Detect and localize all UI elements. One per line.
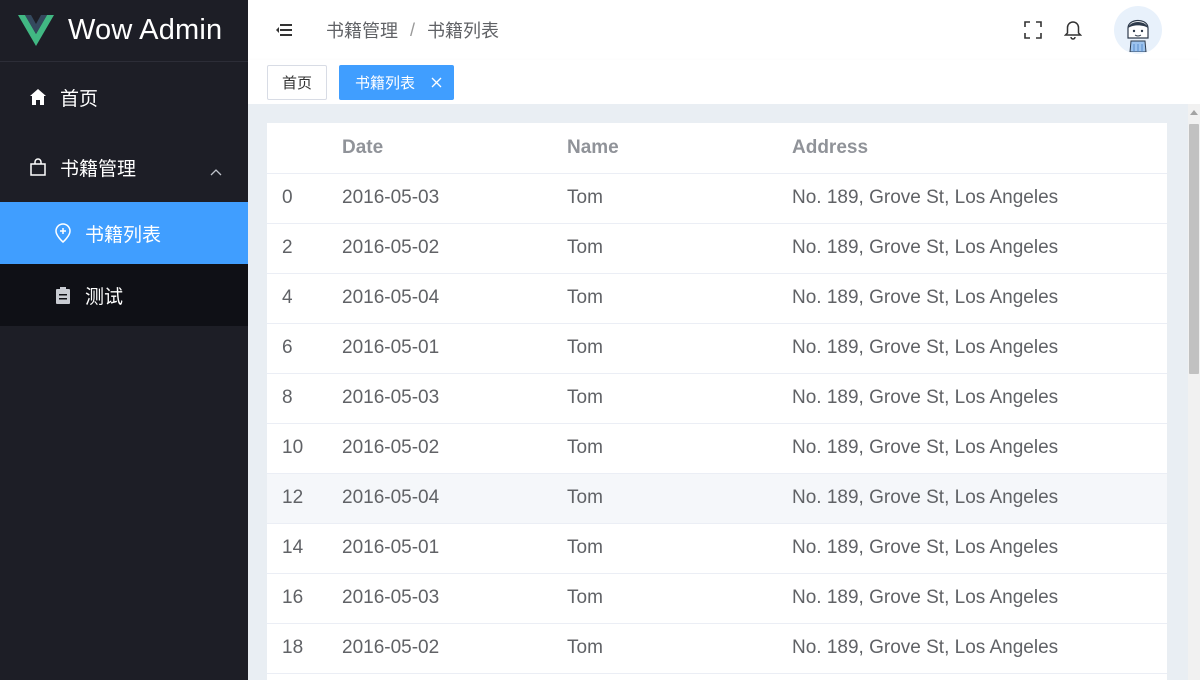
- tag-book-list[interactable]: 书籍列表: [339, 65, 454, 100]
- cell-name: Tom: [567, 523, 792, 574]
- cell-index: 10: [267, 423, 342, 474]
- home-icon: [28, 87, 48, 107]
- table-row[interactable]: 18 2016-05-02 Tom No. 189, Grove St, Los An…: [267, 623, 1167, 674]
- chevron-up-icon: [210, 160, 222, 182]
- cell-date: 2016-05-01: [342, 323, 567, 374]
- cell-index: 2: [267, 223, 342, 274]
- cell-address: No. 189, Grove St, Los Angeles: [792, 623, 1167, 674]
- table-row[interactable]: 0 2016-05-03 Tom No. 189, Grove St, Los Ang…: [267, 173, 1167, 224]
- sidebar: Wow Admin 首页 书籍管理 书籍列表 测试: [0, 0, 248, 680]
- breadcrumb-item-books[interactable]: 书籍管理: [326, 17, 398, 43]
- table-row[interactable]: 8 2016-05-03 Tom No. 189, Grove St, Los Ang…: [267, 373, 1167, 424]
- tags-view: 首页 书籍列表: [248, 60, 1200, 104]
- table-row[interactable]: 6 2016-05-01 Tom No. 189, Grove St, Los Ang…: [267, 323, 1167, 374]
- submenu-books-label: 书籍管理: [60, 158, 137, 180]
- cell-address: No. 189, Grove St, Los Angeles: [792, 423, 1167, 474]
- cell-date: 2016-05-01: [342, 523, 567, 574]
- cell-name: Tom: [567, 423, 792, 474]
- location-pin-icon: [53, 223, 73, 243]
- cell-index: 16: [267, 573, 342, 624]
- tag-home-label: 首页: [281, 75, 312, 92]
- cell-date: 2016-05-02: [342, 423, 567, 474]
- fullscreen-icon[interactable]: [1022, 19, 1044, 41]
- cell-name: Tom: [567, 323, 792, 374]
- top-header: 书籍管理 / 书籍列表: [248, 0, 1200, 60]
- close-icon[interactable]: [429, 76, 443, 90]
- cell-index: 6: [267, 323, 342, 374]
- scrollbar-thumb[interactable]: [1189, 124, 1199, 374]
- shopping-bag-icon: [28, 157, 48, 177]
- cell-date: 2016-05-02: [342, 623, 567, 674]
- cell-index: 18: [267, 623, 342, 674]
- menu-item-home[interactable]: 首页: [0, 62, 248, 132]
- table-row[interactable]: 10 2016-05-02 Tom No. 189, Grove St, Los An…: [267, 423, 1167, 474]
- column-header-address[interactable]: Address: [792, 123, 1167, 174]
- logo-row: Wow Admin: [0, 0, 248, 62]
- bell-icon[interactable]: [1062, 19, 1084, 41]
- books-table: Date Name Address 0 2016-05-03 Tom No. 189,…: [267, 123, 1167, 674]
- vue-logo-icon: [18, 14, 54, 46]
- cell-address: No. 189, Grove St, Los Angeles: [792, 473, 1167, 524]
- cell-date: 2016-05-03: [342, 173, 567, 224]
- menu-fold-icon[interactable]: [274, 20, 294, 40]
- cell-address: No. 189, Grove St, Los Angeles: [792, 373, 1167, 424]
- scrollbar[interactable]: [1188, 104, 1200, 680]
- scroll-up-arrow-icon[interactable]: [1190, 110, 1198, 115]
- cell-name: Tom: [567, 623, 792, 674]
- avatar[interactable]: [1114, 6, 1162, 54]
- cell-address: No. 189, Grove St, Los Angeles: [792, 523, 1167, 574]
- table-header-row: Date Name Address: [267, 123, 1167, 174]
- cell-address: No. 189, Grove St, Los Angeles: [792, 573, 1167, 624]
- header-actions: [1022, 0, 1162, 60]
- cell-index: 4: [267, 273, 342, 324]
- breadcrumb-separator: /: [410, 19, 416, 40]
- cell-name: Tom: [567, 473, 792, 524]
- table-row[interactable]: 12 2016-05-04 Tom No. 189, Grove St, Los An…: [267, 473, 1167, 524]
- cell-index: 12: [267, 473, 342, 524]
- cell-address: No. 189, Grove St, Los Angeles: [792, 323, 1167, 374]
- cell-name: Tom: [567, 273, 792, 324]
- cell-date: 2016-05-03: [342, 373, 567, 424]
- cell-name: Tom: [567, 373, 792, 424]
- column-header-index: [267, 123, 342, 174]
- cell-address: No. 189, Grove St, Los Angeles: [792, 223, 1167, 274]
- table-row[interactable]: 14 2016-05-01 Tom No. 189, Grove St, Los An…: [267, 523, 1167, 574]
- cell-index: 8: [267, 373, 342, 424]
- table-row[interactable]: 16 2016-05-03 Tom No. 189, Grove St, Los An…: [267, 573, 1167, 624]
- sidebar-item-test[interactable]: 测试: [0, 264, 248, 326]
- tag-home[interactable]: 首页: [267, 65, 327, 100]
- main-content: Date Name Address 0 2016-05-03 Tom No. 189,…: [248, 104, 1188, 680]
- table-card: Date Name Address 0 2016-05-03 Tom No. 189,…: [267, 123, 1167, 680]
- tag-book-list-label: 书籍列表: [355, 75, 416, 92]
- cell-name: Tom: [567, 173, 792, 224]
- menu-item-home-label: 首页: [60, 88, 99, 110]
- cell-address: No. 189, Grove St, Los Angeles: [792, 173, 1167, 224]
- cell-name: Tom: [567, 573, 792, 624]
- app-title: Wow Admin: [68, 14, 223, 46]
- column-header-date[interactable]: Date: [342, 123, 567, 174]
- sidebar-item-test-label: 测试: [85, 286, 124, 308]
- cell-date: 2016-05-04: [342, 273, 567, 324]
- column-header-name[interactable]: Name: [567, 123, 792, 174]
- cell-date: 2016-05-03: [342, 573, 567, 624]
- breadcrumb-item-book-list: 书籍列表: [427, 21, 500, 41]
- clipboard-icon: [53, 285, 73, 305]
- submenu-books[interactable]: 书籍管理: [0, 132, 248, 202]
- sidebar-item-book-list[interactable]: 书籍列表: [0, 202, 248, 264]
- breadcrumb: 书籍管理 / 书籍列表: [326, 17, 499, 43]
- cell-index: 14: [267, 523, 342, 574]
- sidebar-item-book-list-label: 书籍列表: [85, 224, 162, 246]
- table-row[interactable]: 4 2016-05-04 Tom No. 189, Grove St, Los Ang…: [267, 273, 1167, 324]
- cell-address: No. 189, Grove St, Los Angeles: [792, 273, 1167, 324]
- cell-date: 2016-05-04: [342, 473, 567, 524]
- table-row[interactable]: 2 2016-05-02 Tom No. 189, Grove St, Los Ang…: [267, 223, 1167, 274]
- cell-name: Tom: [567, 223, 792, 274]
- cell-date: 2016-05-02: [342, 223, 567, 274]
- cell-index: 0: [267, 173, 342, 224]
